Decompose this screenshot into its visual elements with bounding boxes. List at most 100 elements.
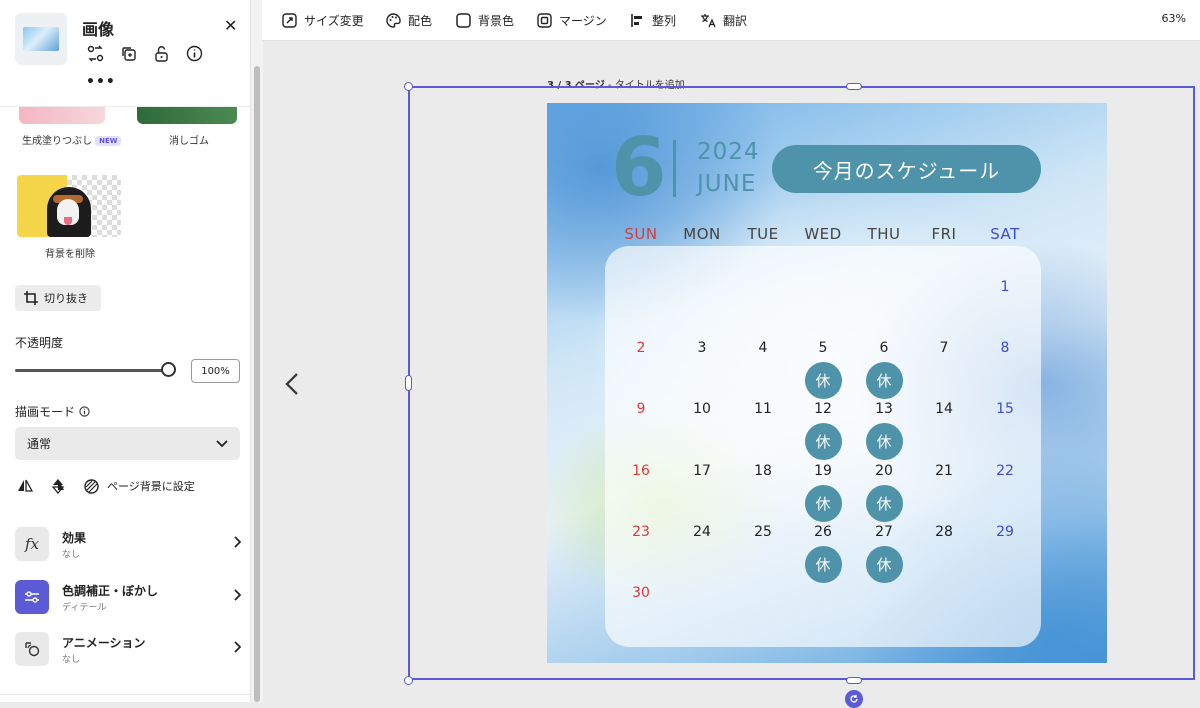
panel-scrollbar[interactable]	[250, 0, 263, 702]
generative-fill-tile[interactable]	[19, 106, 105, 124]
eraser-label: 消しゴム	[169, 136, 209, 147]
calendar-day: 7	[939, 340, 949, 357]
close-button[interactable]: ✕	[224, 16, 237, 35]
schedule-headline: 今月のスケジュール	[772, 145, 1041, 193]
animation-title: アニメーション	[62, 636, 146, 650]
weekday-thu: THU	[867, 225, 901, 243]
rotate-handle[interactable]	[845, 690, 863, 708]
panel-header: 画像 ✕ •••	[0, 0, 250, 107]
calendar-day: 6	[879, 340, 889, 357]
translate-button[interactable]: 翻訳	[700, 11, 747, 29]
calendar-day: 23	[632, 523, 650, 540]
calendar-day: 17	[693, 462, 711, 479]
color-scheme-label: 配色	[408, 13, 433, 28]
calendar-day: 21	[935, 462, 953, 479]
calendar-day: 27	[875, 523, 893, 540]
align-label: 整列	[652, 13, 677, 28]
resize-handle-top[interactable]	[846, 83, 862, 90]
new-badge: NEW	[95, 136, 122, 146]
calendar-day: 2	[636, 340, 646, 357]
calendar-design[interactable]: 6 2024 JUNE 今月のスケジュール SUN MON TUE WED THU FRI…	[547, 103, 1107, 663]
calendar-day: 29	[996, 523, 1014, 540]
calendar-day: 9	[636, 401, 646, 418]
calendar-day: 22	[996, 462, 1014, 479]
weekday-fri: FRI	[931, 225, 957, 243]
calendar-day: 10	[693, 401, 711, 418]
translate-icon	[701, 13, 716, 27]
calendar-day: 18	[754, 462, 772, 479]
panel-scroll-area[interactable]: 生成塗りつぶし NEW 消しゴム 背景を削除 切り抜き 不透明度 100% 描画モ…	[0, 0, 250, 702]
blend-mode-heading: 描画モード	[15, 403, 90, 420]
calendar-day: 1	[1000, 279, 1010, 295]
replace-icon[interactable]	[86, 44, 104, 62]
animation-icon	[15, 632, 49, 666]
more-options-button[interactable]: •••	[86, 74, 116, 90]
page-background-icon[interactable]	[81, 477, 101, 495]
opacity-slider-handle[interactable]	[161, 362, 176, 377]
flip-vertical-icon[interactable]	[48, 477, 68, 495]
weekday-sun: SUN	[624, 225, 658, 243]
holiday-badge: 休	[865, 362, 903, 400]
adjust-blur-sub: ディテール	[62, 603, 107, 613]
calendar-day: 11	[754, 401, 772, 418]
resize-handle-top-left[interactable]	[404, 82, 413, 91]
background-color-button[interactable]: 背景色	[456, 11, 514, 29]
generative-fill-label: 生成塗りつぶし NEW	[22, 132, 122, 147]
margin-icon	[537, 12, 552, 28]
resize-handle-bottom[interactable]	[846, 677, 862, 684]
eraser-tile[interactable]	[137, 106, 237, 124]
align-button[interactable]: 整列	[630, 11, 676, 29]
animation-row[interactable]: アニメーション なし	[15, 632, 245, 666]
holiday-badge: 休	[804, 545, 842, 583]
calendar-day: 3	[697, 340, 707, 357]
calendar-day: 25	[754, 523, 772, 540]
opacity-input[interactable]: 100%	[191, 359, 240, 383]
resize-handle-left[interactable]	[405, 375, 412, 391]
align-icon	[631, 13, 642, 27]
chevron-right-icon	[234, 589, 241, 601]
crop-button[interactable]: 切り抜き	[15, 285, 101, 311]
info-icon[interactable]	[79, 406, 90, 417]
sliders-icon	[15, 580, 49, 614]
remove-background-tile[interactable]	[17, 175, 121, 237]
resize-handle-bottom-left[interactable]	[404, 676, 413, 685]
title-divider	[673, 140, 676, 197]
unlock-icon[interactable]	[152, 44, 170, 62]
crop-icon	[24, 291, 38, 305]
chevron-left-icon[interactable]	[284, 372, 300, 396]
effects-row[interactable]: fx 効果 なし	[15, 527, 245, 561]
opacity-label: 不透明度	[15, 336, 64, 350]
flip-horizontal-icon[interactable]	[15, 477, 35, 495]
blend-mode-select[interactable]: 通常	[15, 427, 240, 460]
fx-icon: fx	[15, 527, 49, 561]
calendar-day: 12	[814, 401, 832, 418]
resize-icon	[282, 12, 297, 28]
calendar-day: 8	[1000, 340, 1010, 357]
set-page-background-label[interactable]: ページ背景に設定	[107, 478, 195, 494]
month-name: JUNE	[697, 171, 757, 197]
zoom-level[interactable]: 63%	[1162, 12, 1186, 25]
calendar-day: 15	[996, 401, 1014, 418]
margin-label: マージン	[559, 13, 607, 28]
margin-button[interactable]: マージン	[537, 11, 607, 29]
palette-icon	[386, 12, 401, 28]
adjust-blur-title: 色調補正・ぼかし	[62, 584, 159, 598]
effects-title: 効果	[62, 531, 87, 545]
calendar-day: 16	[632, 462, 650, 479]
opacity-slider[interactable]	[15, 369, 170, 372]
holiday-badge: 休	[865, 545, 903, 583]
resize-button[interactable]: サイズ変更	[282, 11, 364, 29]
image-thumbnail	[15, 13, 67, 65]
page-label[interactable]: 3 / 3 ページ - タイトルを追加	[547, 76, 685, 91]
color-scheme-button[interactable]: 配色	[386, 11, 432, 29]
scrollbar-thumb[interactable]	[254, 66, 260, 702]
calendar-day: 14	[935, 401, 953, 418]
adjust-blur-row[interactable]: 色調補正・ぼかし ディテール	[15, 580, 245, 614]
info-icon[interactable]	[185, 44, 203, 62]
chevron-down-icon	[216, 439, 228, 447]
blend-mode-label: 描画モード	[15, 405, 76, 419]
divider	[0, 694, 250, 695]
duplicate-icon[interactable]	[119, 44, 137, 62]
background-color-label: 背景色	[478, 13, 515, 28]
year-text: 2024	[697, 139, 760, 165]
